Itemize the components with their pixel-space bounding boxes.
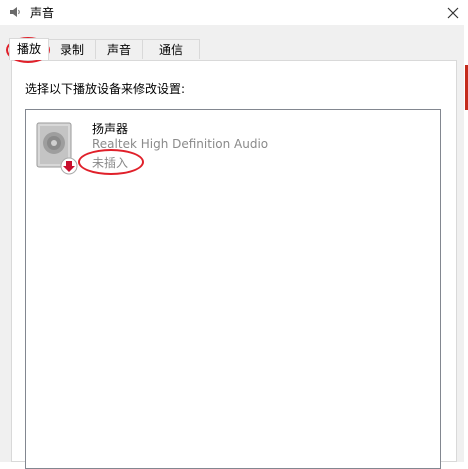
close-icon	[447, 7, 459, 18]
tab-playback[interactable]: 播放	[9, 38, 49, 60]
speaker-icon	[10, 7, 20, 17]
tab-label: 录制	[59, 43, 84, 57]
device-description: Realtek High Definition Audio	[92, 137, 269, 151]
tab-label: 播放	[16, 42, 41, 56]
speaker-device-icon	[36, 122, 78, 175]
device-item-speakers[interactable]: 扬声器 Realtek High Definition Audio 未插入	[34, 118, 334, 175]
tab-label: 通信	[158, 43, 183, 57]
window-title: 声音	[30, 6, 55, 20]
tab-panel-playback: 选择以下播放设备来修改设置: 扬声器 Realtek High Definiti…	[11, 60, 457, 469]
tab-sounds[interactable]: 声音	[95, 39, 143, 59]
title-bar: 声音	[0, 0, 468, 25]
tab-communications[interactable]: 通信	[142, 39, 200, 59]
close-button[interactable]	[438, 0, 468, 25]
tab-label: 声音	[106, 43, 131, 57]
device-list[interactable]: 扬声器 Realtek High Definition Audio 未插入	[25, 109, 441, 469]
device-status: 未插入	[92, 156, 129, 170]
device-name: 扬声器	[92, 122, 129, 136]
tab-recording[interactable]: 录制	[48, 39, 96, 59]
instruction-text: 选择以下播放设备来修改设置:	[25, 82, 186, 96]
red-down-arrow-icon	[60, 157, 78, 175]
